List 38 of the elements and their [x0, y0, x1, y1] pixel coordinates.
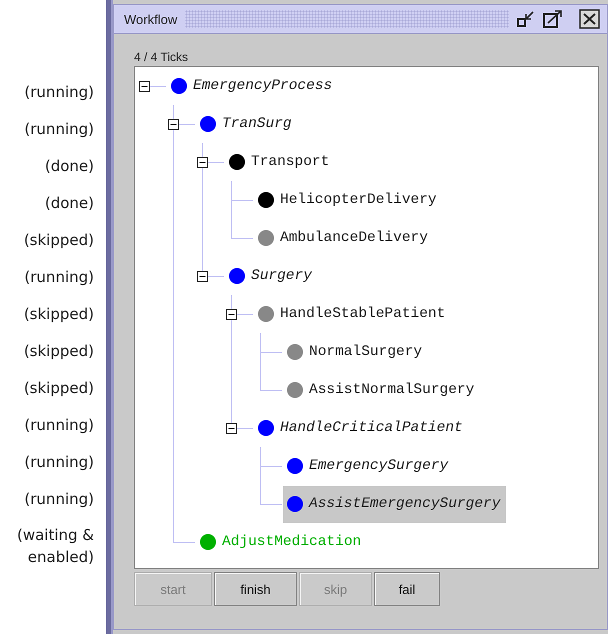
status-label: (running) [24, 489, 94, 510]
collapse-toggle-icon[interactable] [168, 118, 179, 130]
collapse-toggle-icon[interactable] [226, 308, 237, 320]
status-label: (skipped) [24, 230, 94, 251]
tree-item[interactable]: HelicopterDelivery [254, 182, 443, 218]
undock-icon[interactable] [517, 10, 535, 28]
title-grip[interactable] [185, 10, 509, 28]
tree-item[interactable]: Surgery [225, 258, 318, 294]
tree-item[interactable]: Transport [225, 144, 336, 180]
tree-item[interactable]: AssistEmergencySurgery [283, 486, 506, 522]
tree-item[interactable]: EmergencySurgery [283, 448, 454, 484]
tree-item[interactable]: HandleCriticalPatient [254, 410, 469, 446]
tree-item[interactable]: NormalSurgery [283, 334, 428, 370]
tree-item[interactable]: AmbulanceDelivery [254, 220, 434, 256]
tree-item[interactable]: EmergencyProcess [167, 68, 338, 104]
collapse-toggle-icon[interactable] [197, 270, 208, 282]
status-label: (running) [24, 452, 94, 473]
collapse-toggle-icon[interactable] [139, 80, 150, 92]
collapse-toggle-icon[interactable] [197, 156, 208, 168]
status-label: (running) [24, 415, 94, 436]
collapse-toggle-icon[interactable] [226, 422, 237, 434]
status-label: (running) [24, 267, 94, 288]
status-label: (skipped) [24, 378, 94, 399]
action-button[interactable]: fail [374, 572, 440, 606]
status-label: (done) [44, 156, 94, 177]
status-label: (running) [24, 119, 94, 140]
tick-counter: 4 / 4 Ticks [134, 50, 188, 64]
tree-item[interactable]: TranSurg [196, 106, 298, 142]
close-icon[interactable] [579, 9, 601, 29]
status-label: (done) [44, 193, 94, 214]
status-label: (skipped) [24, 341, 94, 362]
tree-item[interactable]: AssistNormalSurgery [283, 372, 480, 408]
tree-item[interactable]: HandleStablePatient [254, 296, 452, 332]
maximize-icon[interactable] [543, 10, 563, 28]
status-label: (skipped) [24, 304, 94, 325]
action-button[interactable]: finish [214, 572, 297, 606]
status-label: (running) [24, 82, 94, 103]
window-title: Workflow [124, 12, 178, 26]
